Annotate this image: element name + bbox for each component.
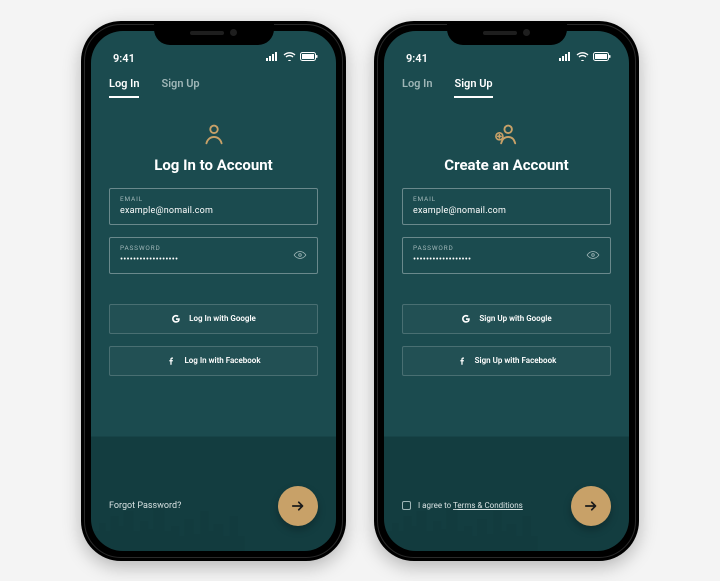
email-label: EMAIL (120, 195, 307, 203)
screen-signup: 9:41 Log In Sign Up Create an Account (384, 31, 629, 551)
phone-signup: 9:41 Log In Sign Up Create an Account (374, 21, 639, 561)
password-field[interactable]: PASSWORD •••••••••••••••••• (109, 237, 318, 274)
email-field[interactable]: EMAIL example@nomail.com (109, 188, 318, 225)
status-time: 9:41 (406, 52, 428, 65)
arrow-right-icon (582, 497, 600, 515)
tab-signup[interactable]: Sign Up (454, 77, 492, 98)
signup-form: EMAIL example@nomail.com PASSWORD ••••••… (384, 174, 629, 376)
footer: I agree to Terms & Conditions (384, 461, 629, 551)
tab-signup[interactable]: Sign Up (161, 77, 199, 98)
facebook-icon (166, 356, 176, 366)
wifi-icon (576, 51, 589, 64)
status-indicators (559, 51, 611, 65)
google-icon (461, 314, 471, 324)
arrow-right-icon (289, 497, 307, 515)
wifi-icon (283, 51, 296, 64)
eye-icon[interactable] (293, 248, 307, 262)
password-label: PASSWORD (413, 244, 600, 252)
forgot-password-link[interactable]: Forgot Password? (109, 501, 181, 511)
battery-icon (593, 51, 611, 64)
hero-icon-wrap (91, 120, 336, 148)
signal-icon (559, 51, 572, 64)
login-form: EMAIL example@nomail.com PASSWORD ••••••… (91, 174, 336, 376)
email-field[interactable]: EMAIL example@nomail.com (402, 188, 611, 225)
facebook-login-label: Log In with Facebook (184, 356, 260, 365)
terms-checkbox[interactable] (402, 501, 411, 510)
tab-login[interactable]: Log In (109, 77, 139, 98)
google-signup-label: Sign Up with Google (479, 314, 551, 323)
terms-row: I agree to Terms & Conditions (402, 501, 523, 510)
google-signup-button[interactable]: Sign Up with Google (402, 304, 611, 334)
password-label: PASSWORD (120, 244, 307, 252)
facebook-signup-button[interactable]: Sign Up with Facebook (402, 346, 611, 376)
google-login-label: Log In with Google (189, 314, 256, 323)
user-icon (200, 120, 228, 148)
user-plus-icon (493, 120, 521, 148)
google-icon (171, 314, 181, 324)
facebook-signup-label: Sign Up with Facebook (475, 356, 557, 365)
submit-fab[interactable] (278, 486, 318, 526)
auth-tabs: Log In Sign Up (91, 65, 336, 98)
password-field[interactable]: PASSWORD •••••••••••••••••• (402, 237, 611, 274)
status-time: 9:41 (113, 52, 135, 65)
auth-tabs: Log In Sign Up (384, 65, 629, 98)
eye-icon[interactable] (586, 248, 600, 262)
terms-prefix: I agree to (418, 501, 453, 510)
page-title: Log In to Account (91, 156, 336, 174)
email-value: example@nomail.com (413, 206, 600, 216)
page-title: Create an Account (384, 156, 629, 174)
phone-notch (447, 21, 567, 45)
hero-icon-wrap (384, 120, 629, 148)
signal-icon (266, 51, 279, 64)
google-login-button[interactable]: Log In with Google (109, 304, 318, 334)
status-indicators (266, 51, 318, 65)
battery-icon (300, 51, 318, 64)
tab-login[interactable]: Log In (402, 77, 432, 98)
facebook-icon (457, 356, 467, 366)
email-value: example@nomail.com (120, 206, 307, 216)
facebook-login-button[interactable]: Log In with Facebook (109, 346, 318, 376)
screen-login: 9:41 Log In Sign Up Log In to Account EM… (91, 31, 336, 551)
footer: Forgot Password? (91, 461, 336, 551)
email-label: EMAIL (413, 195, 600, 203)
terms-link[interactable]: Terms & Conditions (453, 501, 523, 510)
password-value: •••••••••••••••••• (413, 255, 600, 265)
phone-notch (154, 21, 274, 45)
terms-text: I agree to Terms & Conditions (418, 501, 523, 510)
submit-fab[interactable] (571, 486, 611, 526)
phone-login: 9:41 Log In Sign Up Log In to Account EM… (81, 21, 346, 561)
password-value: •••••••••••••••••• (120, 255, 307, 265)
